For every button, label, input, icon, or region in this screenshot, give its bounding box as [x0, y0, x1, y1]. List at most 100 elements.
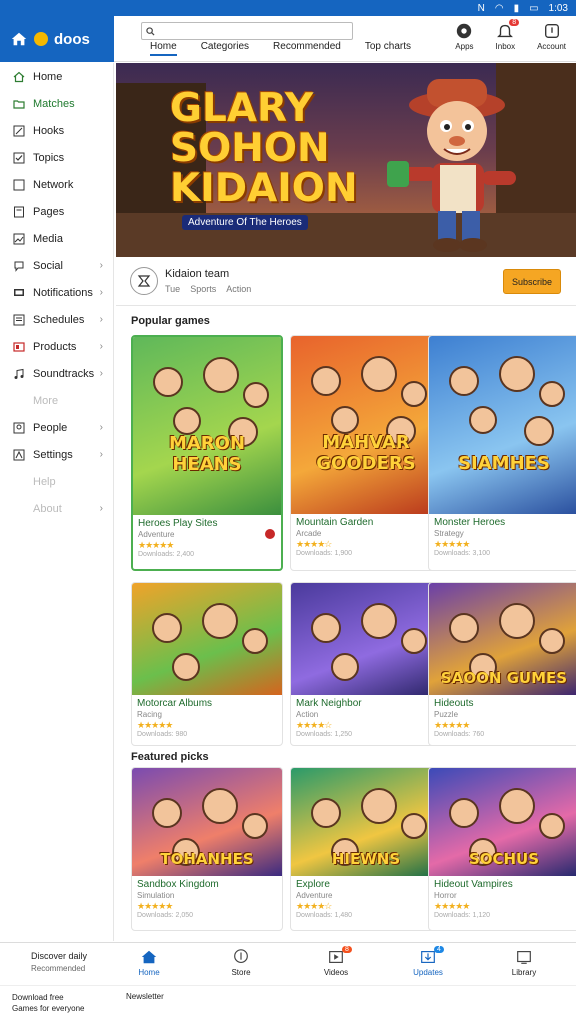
- rating-stars: ★★★★★: [137, 720, 173, 730]
- character-illustration: [152, 613, 182, 643]
- bottom-nav-promo[interactable]: Discover daily Recommended: [31, 951, 87, 973]
- sidebar-item-hooks[interactable]: Hooks: [0, 117, 113, 144]
- image-icon: [13, 233, 25, 244]
- character-illustration: [202, 788, 238, 824]
- brand[interactable]: doos: [0, 16, 114, 62]
- favorite-icon[interactable]: [265, 529, 275, 539]
- sidebar-item-label: Topics: [33, 151, 65, 164]
- game-card-art: [132, 583, 282, 695]
- game-card-title: Motorcar Albums: [137, 698, 213, 709]
- list-icon: [13, 314, 25, 325]
- sidebar-item-more[interactable]: More: [0, 387, 113, 414]
- game-card[interactable]: TOHANHES Sandbox Kingdom Simulation ★★★★★ Do…: [131, 767, 283, 931]
- bottom-nav-home[interactable]: Home: [119, 948, 179, 977]
- status-bar: N ◠ ▮ ▭ 1:03: [0, 0, 576, 16]
- sidebar-item-soundtracks[interactable]: Soundtracks ›: [0, 360, 113, 387]
- sidebar-item-label: Schedules: [33, 313, 85, 326]
- tab-home[interactable]: Home: [150, 41, 177, 56]
- game-card-meta: Downloads: 980: [137, 731, 188, 738]
- sidebar-item-media[interactable]: Media: [0, 225, 113, 252]
- game-card-art: HIEWNS: [291, 768, 441, 876]
- game-card-art: SOCHUS: [429, 768, 576, 876]
- bottom-nav-updates[interactable]: 4 Updates: [398, 946, 458, 977]
- sidebar-item-settings[interactable]: Settings ›: [0, 441, 113, 468]
- character-illustration: [311, 798, 341, 828]
- nfc-icon: N: [477, 2, 485, 14]
- sidebar-item-home[interactable]: Home: [0, 63, 113, 90]
- meta-item: Action: [226, 284, 252, 294]
- game-card-meta: Downloads: 1,250: [296, 731, 353, 738]
- sidebar-item-label: Products: [33, 340, 77, 353]
- publisher-info: Kidaion team Tue Sports Action Subscribe: [116, 258, 576, 306]
- sidebar-item-label: Media: [33, 232, 63, 245]
- search-input[interactable]: [161, 26, 341, 36]
- hero-banner[interactable]: GLARY SOHON KIDAION Adventure Of The Her…: [116, 63, 576, 257]
- sidebar-item-products[interactable]: Products ›: [0, 333, 113, 360]
- rating-stars: ★★★★☆: [296, 720, 332, 730]
- bottom-nav-label: Videos: [323, 968, 349, 977]
- avatar[interactable]: [130, 267, 158, 295]
- home-icon: [11, 32, 27, 46]
- top-bar: doos Home Categories Recommended Top cha…: [0, 16, 576, 62]
- people-icon: [13, 422, 25, 433]
- game-card-meta: Downloads: 3,100: [434, 550, 491, 557]
- sidebar-item-people[interactable]: People ›: [0, 414, 113, 441]
- game-card-title: Explore: [296, 879, 330, 890]
- section-title: Featured picks: [131, 751, 209, 763]
- search-icon: [146, 26, 155, 36]
- game-card-title: Mark Neighbor: [296, 698, 362, 709]
- character-illustration: [153, 367, 183, 397]
- account-button[interactable]: Account: [537, 22, 566, 51]
- publisher-name: Kidaion team: [165, 268, 230, 280]
- game-card-art-title: SOCHUS: [468, 850, 540, 868]
- sidebar-item-notifications[interactable]: Notifications ›: [0, 279, 113, 306]
- game-card-title: Mountain Garden: [296, 517, 374, 528]
- tab-recommended[interactable]: Recommended: [273, 41, 341, 56]
- character-illustration: [401, 381, 427, 407]
- apps-label: Apps: [455, 42, 474, 51]
- footer-note[interactable]: Newsletter: [126, 992, 164, 1001]
- game-card-art: [291, 583, 441, 695]
- bottom-nav-videos[interactable]: 8 Videos: [306, 946, 366, 977]
- inbox-button[interactable]: 8 Inbox: [496, 19, 520, 51]
- game-card[interactable]: Mark Neighbor Action ★★★★☆ Downloads: 1,250: [290, 582, 442, 746]
- bottom-nav-library[interactable]: Library: [494, 948, 554, 977]
- nav-tabs: Home Categories Recommended Top charts: [150, 41, 411, 56]
- game-card[interactable]: SOCHUS Hideout Vampires Horror ★★★★★ Downloa…: [428, 767, 576, 931]
- search-box[interactable]: [141, 22, 353, 40]
- game-card[interactable]: MARON HEANS Heroes Play Sites Adventure ★★★…: [131, 335, 283, 571]
- subscribe-button[interactable]: Subscribe: [503, 269, 561, 294]
- sidebar-item-social[interactable]: Social ›: [0, 252, 113, 279]
- bottom-nav-store[interactable]: Store: [211, 948, 271, 977]
- game-card-art: SAOON GUMES: [429, 583, 576, 695]
- sidebar-item-label: Settings: [33, 448, 73, 461]
- game-card[interactable]: MAHVAR GOODERS Mountain Garden Arcade ★★★★☆…: [290, 335, 442, 571]
- game-card-genre: Adventure: [138, 530, 175, 539]
- game-card-meta: Downloads: 2,050: [137, 912, 194, 919]
- tab-top-charts[interactable]: Top charts: [365, 41, 411, 56]
- game-card[interactable]: SAOON GUMES Hideouts Puzzle ★★★★★ Downloads:…: [428, 582, 576, 746]
- hero-title: GLARY SOHON KIDAION: [170, 86, 358, 209]
- sidebar-item-about[interactable]: About ›: [0, 495, 113, 522]
- sidebar-item-matches[interactable]: Matches: [0, 90, 113, 117]
- sidebar-item-network[interactable]: Network: [0, 171, 113, 198]
- tab-categories[interactable]: Categories: [201, 41, 249, 56]
- sidebar-item-topics[interactable]: Topics: [0, 144, 113, 171]
- game-card-art-title: MARON HEANS: [168, 433, 246, 475]
- chevron-right-icon: ›: [99, 368, 103, 379]
- game-card[interactable]: SIAMHES Monster Heroes Strategy ★★★★★ Downlo…: [428, 335, 576, 571]
- apps-button[interactable]: Apps: [455, 22, 474, 51]
- publisher-meta: Tue Sports Action: [165, 284, 251, 294]
- sidebar-item-pages[interactable]: Pages: [0, 198, 113, 225]
- hero-title-line: GLARY: [170, 86, 314, 131]
- rating-stars: ★★★★☆: [296, 901, 332, 911]
- game-card[interactable]: Motorcar Albums Racing ★★★★★ Downloads: 980: [131, 582, 283, 746]
- bottom-nav-label: Library: [511, 968, 537, 977]
- sidebar-item-help[interactable]: Help: [0, 468, 113, 495]
- rating-stars: ★★★★★: [434, 901, 470, 911]
- sidebar-item-schedules[interactable]: Schedules ›: [0, 306, 113, 333]
- game-card[interactable]: HIEWNS Explore Adventure ★★★★☆ Downloads: 1,…: [290, 767, 442, 931]
- chevron-right-icon: ›: [99, 260, 103, 271]
- signal-icon: ▮: [513, 2, 520, 14]
- game-card-title: Hideout Vampires: [434, 879, 513, 890]
